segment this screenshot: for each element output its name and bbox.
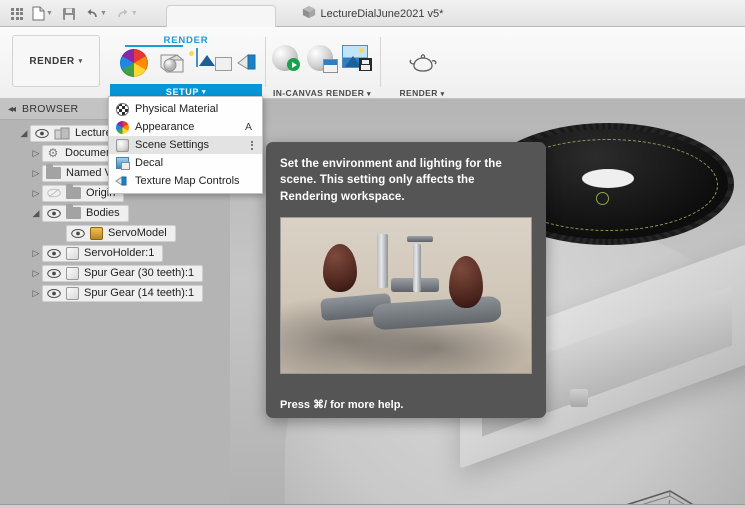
capture-image-icon[interactable] <box>342 45 372 71</box>
gear-center-marker <box>596 192 609 205</box>
in-canvas-render-panel: IN-CANVAS RENDER ▾ <box>266 27 378 99</box>
visibility-eye-icon[interactable] <box>46 208 61 218</box>
render-label-row[interactable]: RENDER ▾ <box>381 88 463 98</box>
in-canvas-icon-row <box>272 45 372 73</box>
expander-icon[interactable]: ▷ <box>30 148 42 159</box>
workspace-switcher-button[interactable]: RENDER ▾ <box>12 35 100 87</box>
gold-body-icon <box>90 226 103 240</box>
visibility-eye-icon[interactable] <box>46 268 61 278</box>
gear-bore <box>582 169 634 188</box>
texture-map-controls-icon <box>115 174 129 188</box>
tree-item-label: Bodies <box>86 207 120 219</box>
menu-item-physical-material[interactable]: Physical Material <box>109 100 262 118</box>
tree-item-servoholder[interactable]: ▷ ServoHolder:1 <box>0 243 230 263</box>
status-bar <box>0 504 745 508</box>
tree-item-label: ServoModel <box>108 227 167 239</box>
tree-item-servomodel[interactable]: ServoModel <box>0 223 230 243</box>
tree-item-label: Spur Gear (14 teeth):1 <box>84 287 195 299</box>
tree-item-spur-gear-30[interactable]: ▷ Spur Gear (30 teeth):1 <box>0 263 230 283</box>
folder-icon <box>66 204 81 219</box>
tree-item-label: Spur Gear (30 teeth):1 <box>84 267 195 279</box>
render-panel: RENDER ▾ <box>381 27 463 99</box>
teapot-render-icon[interactable] <box>405 49 441 80</box>
scene-settings-icon[interactable] <box>157 49 187 77</box>
menu-item-decal[interactable]: Decal <box>109 154 262 172</box>
setup-dropdown-menu: Physical Material Appearance A Scene Set… <box>108 96 263 194</box>
appearance-wheel-icon[interactable] <box>120 49 148 77</box>
expander-icon[interactable]: ▷ <box>30 168 42 179</box>
render-settings-icon[interactable] <box>307 45 338 73</box>
in-canvas-render-label-row[interactable]: IN-CANVAS RENDER ▾ <box>266 88 378 98</box>
document-title-area: LectureDialJune2021 v5* <box>0 0 745 27</box>
expander-icon[interactable]: ◢ <box>18 128 30 139</box>
visibility-eye-icon[interactable] <box>46 248 61 258</box>
browser-title: BROWSER <box>22 103 79 115</box>
tab-underline <box>125 45 183 47</box>
menu-item-label: Decal <box>135 157 164 169</box>
setup-panel: RENDER SETUP ▾ <box>110 27 262 99</box>
body-icon <box>66 266 79 280</box>
fusion360-window: ▼ ▼ ▼ LectureDialJune2021 v5* RENDER ▾ R… <box>0 0 745 508</box>
decal-icon[interactable] <box>196 48 232 71</box>
expander-icon[interactable]: ◢ <box>30 208 42 219</box>
menu-item-label: Texture Map Controls <box>135 175 240 187</box>
visibility-eye-off-icon[interactable] <box>46 188 61 198</box>
menu-item-label: Appearance <box>135 121 195 133</box>
scene-settings-icon <box>115 138 129 152</box>
render-icon-row <box>405 49 441 80</box>
visibility-eye-icon[interactable] <box>46 288 61 298</box>
visibility-eye-icon[interactable] <box>70 228 85 238</box>
holder-post[interactable] <box>570 389 588 407</box>
tooltip-popup: Set the environment and lighting for the… <box>266 142 546 418</box>
page-title: LectureDialJune2021 v5* <box>320 7 444 20</box>
expander-icon[interactable]: ▷ <box>30 268 42 279</box>
title-bar: ▼ ▼ ▼ LectureDialJune2021 v5* <box>0 0 745 28</box>
tooltip-preview-image <box>280 216 532 374</box>
chevron-down-icon[interactable]: ▾ <box>202 88 206 96</box>
tree-item-spur-gear-14[interactable]: ▷ Spur Gear (14 teeth):1 <box>0 283 230 303</box>
expander-icon[interactable]: ▷ <box>30 248 42 259</box>
physical-material-icon <box>115 102 129 116</box>
chevron-down-icon[interactable]: ▾ <box>367 91 371 98</box>
setup-icon-row <box>120 48 261 80</box>
tooltip-body: Set the environment and lighting for the… <box>280 158 502 203</box>
appearance-icon <box>115 120 129 134</box>
in-canvas-render-label: IN-CANVAS RENDER <box>273 88 365 98</box>
setup-label: SETUP <box>165 86 199 97</box>
sketch-plane[interactable] <box>562 489 745 504</box>
workspace-label: RENDER <box>29 55 75 67</box>
cube-icon <box>302 5 316 22</box>
chevron-down-icon[interactable]: ▾ <box>441 91 445 98</box>
expander-icon[interactable]: ▷ <box>30 288 42 299</box>
folder-icon <box>66 184 81 199</box>
render-panel-label: RENDER <box>399 88 438 98</box>
ribbon-toolbar: RENDER ▾ RENDER SETUP ▾ IN-CANVAS RENDER… <box>0 27 745 99</box>
gear-icon: ⚙ <box>47 146 59 160</box>
assembly-icon <box>54 127 70 140</box>
menu-item-appearance[interactable]: Appearance A <box>109 118 262 136</box>
body-icon <box>66 286 79 300</box>
collapse-panel-icon[interactable]: ◂◂ <box>8 104 16 115</box>
menu-shortcut: A <box>244 121 252 133</box>
visibility-eye-icon[interactable] <box>34 128 49 138</box>
menu-item-scene-settings[interactable]: Scene Settings <box>109 136 262 154</box>
chevron-down-icon[interactable]: ▾ <box>79 57 83 65</box>
folder-icon <box>46 164 61 179</box>
more-options-icon[interactable] <box>251 140 256 150</box>
tree-item-label: Named Views <box>66 167 114 179</box>
decal-icon <box>115 156 130 170</box>
menu-item-label: Physical Material <box>135 103 219 115</box>
texture-map-controls-icon[interactable] <box>235 49 261 80</box>
body-icon <box>66 246 79 260</box>
render-play-icon[interactable] <box>272 45 300 71</box>
tree-item-label: ServoHolder:1 <box>84 247 155 259</box>
tooltip-footer: Press ⌘/ for more help. <box>280 398 404 411</box>
expander-icon[interactable]: ▷ <box>30 188 42 199</box>
menu-item-texture-map-controls[interactable]: Texture Map Controls <box>109 172 262 190</box>
menu-item-label: Scene Settings <box>135 139 209 151</box>
tree-item-bodies[interactable]: ◢ Bodies <box>0 203 230 223</box>
